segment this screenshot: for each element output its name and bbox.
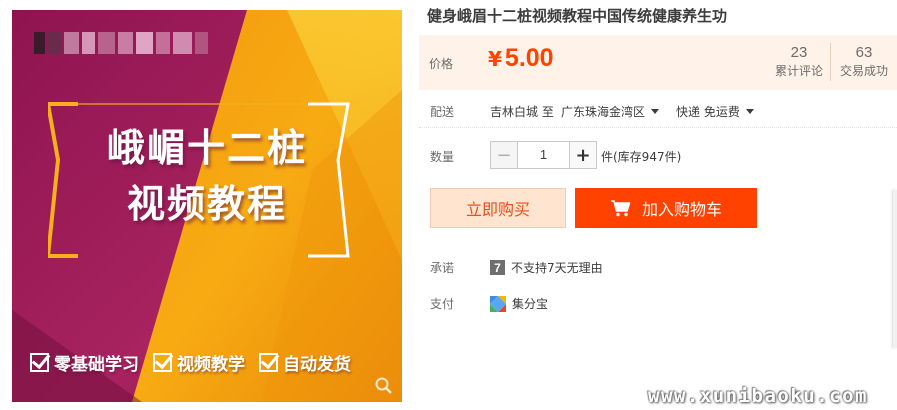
feature-item: 视频教学 — [153, 350, 245, 375]
add-to-cart-button[interactable]: 加入购物车 — [575, 188, 757, 228]
price-value: ¥ 5.00 — [488, 44, 554, 73]
add-to-cart-label: 加入购物车 — [641, 200, 722, 219]
side-toolbar-edge[interactable] — [893, 190, 897, 348]
buy-now-button[interactable]: 立即购买 — [430, 188, 566, 228]
product-title: 健身峨眉十二桩视频教程中国传统健康养生功 — [427, 7, 728, 25]
feature-label: 零基础学习 — [54, 355, 139, 375]
promise-item[interactable]: 7 不支持7天无理由 — [490, 259, 603, 276]
feature-label: 视频教学 — [177, 355, 245, 375]
zoom-icon[interactable] — [374, 376, 394, 396]
watermark: www.xunibaoku.com — [648, 385, 868, 407]
promise-text: 不支持7天无理由 — [511, 261, 603, 275]
product-image[interactable]: 峨嵋十二桩 视频教程 零基础学习 视频教学 自动发货 — [12, 10, 402, 402]
section-divider — [419, 127, 897, 128]
quantity-label: 数量 — [430, 150, 455, 164]
checkbox-checked-icon — [259, 353, 278, 372]
seller-name-mosaic — [34, 32, 209, 54]
payment-label: 支付 — [430, 297, 455, 311]
reviews-stat[interactable]: 23 累计评论 — [769, 44, 829, 80]
delivery-method-value: 快递 免运费 — [676, 105, 740, 119]
stock-info: 件(库存947件) — [601, 150, 682, 164]
deals-count: 63 — [855, 44, 873, 61]
shopping-cart-icon — [610, 200, 631, 217]
promise-label: 承诺 — [430, 261, 455, 275]
checkbox-checked-icon — [153, 353, 172, 372]
quantity-stepper: − 1 + — [490, 141, 597, 169]
cover-title: 峨嵋十二桩 视频教程 — [82, 120, 332, 232]
decrease-button[interactable]: − — [490, 141, 518, 169]
payment-method: 集分宝 — [512, 297, 549, 311]
destination-value: 广东珠海金湾区 — [561, 105, 646, 119]
quantity-input[interactable]: 1 — [518, 141, 569, 169]
feature-list: 零基础学习 视频教学 自动发货 — [30, 350, 351, 375]
payment-item[interactable]: 集分宝 — [490, 295, 548, 312]
feature-item: 零基础学习 — [30, 350, 139, 375]
chevron-down-icon — [745, 109, 754, 114]
deals-label: 交易成功 — [839, 64, 888, 78]
chevron-down-icon — [651, 109, 660, 114]
jifenbao-icon — [490, 295, 506, 312]
currency-symbol: ¥ — [488, 47, 502, 71]
delivery-method-select[interactable]: 快递 免运费 — [676, 103, 754, 120]
destination-select[interactable]: 广东珠海金湾区 — [561, 103, 660, 120]
shipping-origin: 吉林白城 至 — [490, 105, 554, 119]
reviews-label: 累计评论 — [774, 64, 823, 78]
cover-title-line2: 视频教程 — [126, 182, 287, 226]
price-label: 价格 — [429, 57, 454, 71]
increase-button[interactable]: + — [569, 141, 597, 169]
price-amount: 5.00 — [504, 44, 554, 72]
deals-stat: 63 交易成功 — [831, 44, 897, 80]
feature-label: 自动发货 — [283, 355, 351, 375]
feature-item: 自动发货 — [259, 350, 351, 375]
shipping-label: 配送 — [430, 105, 455, 119]
price-panel: 价格 ¥ 5.00 23 累计评论 63 交易成功 — [419, 35, 897, 90]
checkbox-checked-icon — [30, 353, 49, 372]
seven-day-icon: 7 — [490, 260, 505, 275]
cover-title-line1: 峨嵋十二桩 — [106, 126, 307, 170]
reviews-count: 23 — [790, 44, 808, 61]
